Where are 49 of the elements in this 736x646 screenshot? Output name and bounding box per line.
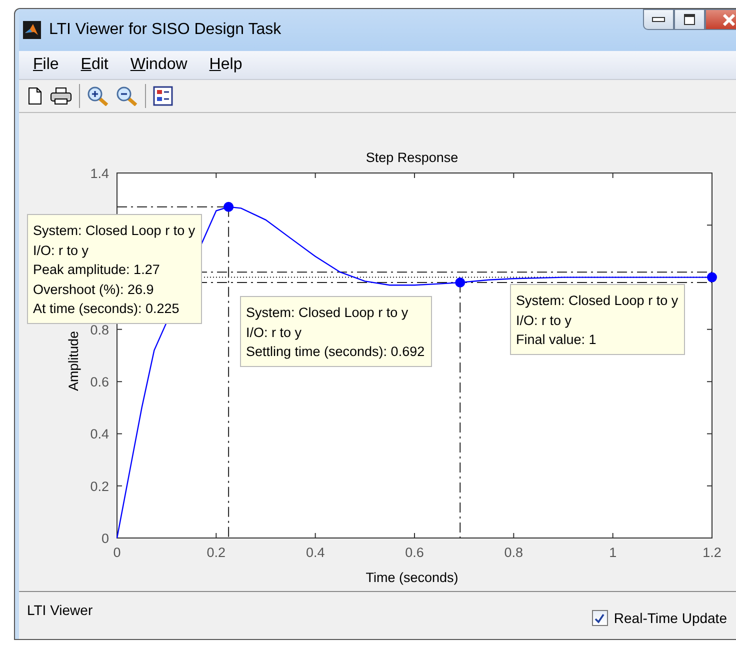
datatip-text: I/O: r to y	[246, 324, 303, 342]
app-logo-icon	[23, 21, 41, 39]
datatip-text: I/O: r to y	[33, 242, 90, 260]
status-text: LTI Viewer	[27, 602, 93, 618]
data-point-marker[interactable]	[224, 202, 234, 212]
data-point-marker[interactable]	[455, 278, 466, 288]
menu-item[interactable]: Edit	[70, 56, 120, 74]
legend-icon[interactable]	[153, 86, 173, 106]
datatip-text: Settling time (seconds): 0.692	[246, 343, 425, 361]
new-document-icon[interactable]	[27, 87, 43, 105]
menu-item[interactable]: Help	[199, 56, 254, 74]
close-icon	[722, 14, 736, 26]
datatip-text: I/O: r to y	[516, 312, 573, 330]
x-tick-label: 0.8	[504, 545, 524, 560]
x-tick-label: 0.2	[206, 545, 226, 560]
zoom-in-icon[interactable]	[87, 86, 109, 106]
y-tick-label: 1.4	[90, 166, 109, 181]
y-tick-label: 0.6	[90, 374, 109, 390]
datatip-text: Final value: 1	[516, 331, 598, 349]
menu-item[interactable]: File	[23, 56, 71, 74]
window-title: LTI Viewer for SISO Design Task	[49, 21, 282, 39]
data-point-marker[interactable]	[707, 272, 717, 282]
y-axis-label: Amplitude	[66, 330, 81, 392]
datatip-text: System: Closed Loop r to y	[516, 292, 678, 310]
maximize-button[interactable]	[674, 9, 705, 30]
datatip-text: Peak amplitude: 1.27	[33, 261, 161, 279]
minimize-button[interactable]	[643, 9, 674, 30]
datatip-text: System: Closed Loop r to y	[246, 304, 410, 322]
y-tick-label: 0.2	[90, 478, 109, 494]
datatip-text: Overshoot (%): 26.9	[33, 280, 155, 299]
chart-title: Step Response	[366, 150, 458, 165]
y-tick-label: 0.4	[90, 426, 109, 442]
x-axis-label: Time (seconds)	[366, 570, 458, 585]
x-tick-label: 1.2	[702, 545, 722, 560]
menu-item[interactable]: Window	[120, 56, 200, 74]
x-tick-label: 1	[609, 545, 617, 560]
datatip-text: System: Closed Loop r to y	[33, 222, 196, 240]
zoom-out-icon[interactable]	[116, 86, 138, 106]
checkbox[interactable]	[592, 610, 608, 626]
x-tick-label: 0.4	[306, 545, 325, 560]
maximize-icon	[684, 14, 695, 25]
minimize-icon	[652, 17, 665, 22]
y-tick-label: 0.8	[90, 322, 109, 338]
x-tick-label: 0.6	[405, 545, 424, 560]
y-tick-label: 0	[101, 531, 109, 546]
print-icon[interactable]	[50, 87, 72, 105]
x-tick-label: 0	[113, 545, 121, 560]
real-time-update-checkbox[interactable]: Real-Time Update	[592, 610, 727, 626]
datatip-text: At time (seconds): 0.225	[33, 300, 180, 318]
